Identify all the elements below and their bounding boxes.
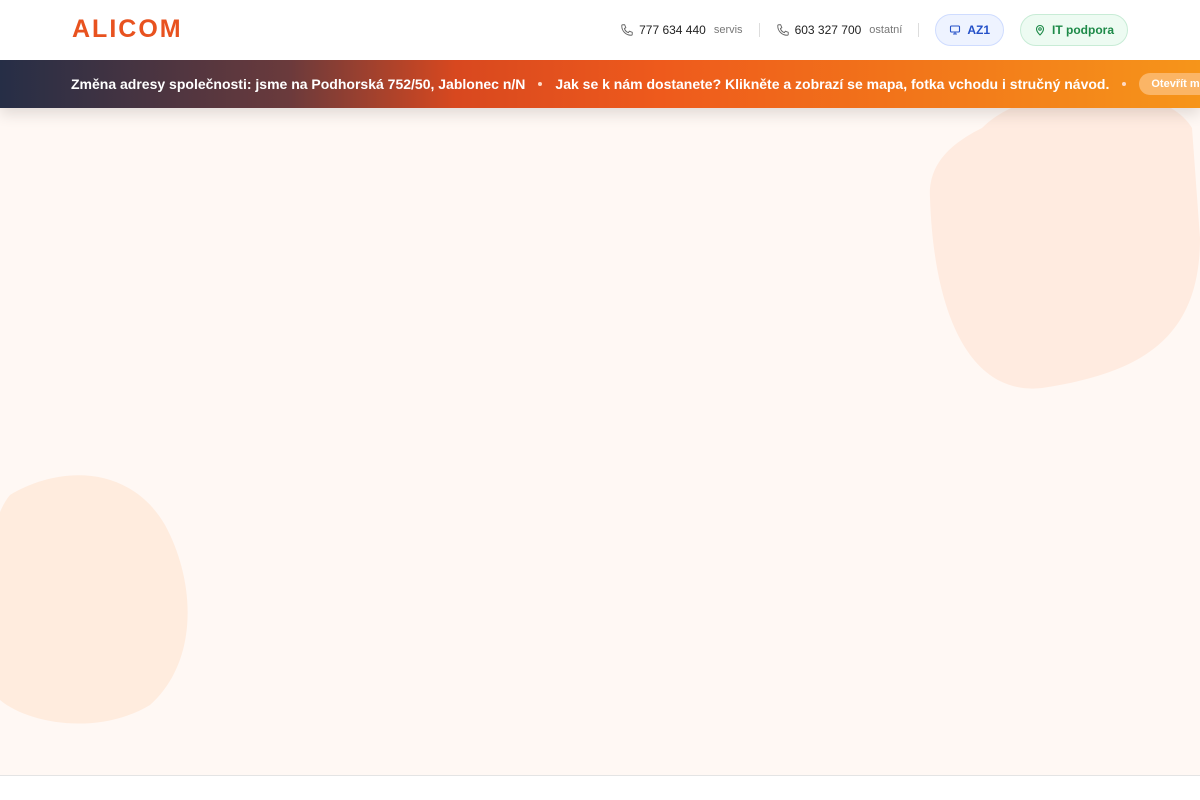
ticker-separator xyxy=(1122,82,1127,86)
footer xyxy=(0,776,1200,800)
site-header: ALICOM 777 634 440 servis 603 327 700 os… xyxy=(0,0,1200,60)
phone-service[interactable]: 777 634 440 servis xyxy=(620,23,743,37)
announcement-ticker: Změna adresy společnosti: jsme na Podhor… xyxy=(0,60,1200,108)
it-support-label: IT podpora xyxy=(1052,23,1114,37)
divider xyxy=(758,23,760,37)
it-support-button[interactable]: IT podpora xyxy=(1020,14,1128,46)
phone-note: ostatní xyxy=(869,24,903,36)
open-map-button[interactable]: Otevřít m xyxy=(1139,73,1200,95)
monitor-icon xyxy=(950,25,961,35)
phone-note: servis xyxy=(713,24,743,36)
ticker-track: Změna adresy společnosti: jsme na Podhor… xyxy=(71,60,1200,108)
az1-button[interactable]: AZ1 xyxy=(935,14,1004,46)
phone-icon xyxy=(621,24,633,36)
location-pin-icon xyxy=(1035,24,1045,36)
ticker-separator xyxy=(538,82,543,86)
phone-other[interactable]: 603 327 700 ostatní xyxy=(776,23,903,37)
contact-bar: 777 634 440 servis 603 327 700 ostatní A… xyxy=(620,14,1128,46)
ticker-item-address[interactable]: Změna adresy společnosti: jsme na Podhor… xyxy=(71,76,525,92)
divider xyxy=(918,23,920,37)
logo[interactable]: ALICOM xyxy=(72,15,183,44)
decorative-blob-top-right xyxy=(929,108,1200,389)
ticker-item-directions[interactable]: Jak se k nám dostanete? Klikněte a zobra… xyxy=(555,76,1109,92)
decorative-blob-bottom-left xyxy=(0,475,188,724)
phone-number: 777 634 440 xyxy=(639,23,706,37)
main-content xyxy=(0,108,1200,775)
phone-number: 603 327 700 xyxy=(794,23,862,37)
az1-label: AZ1 xyxy=(967,23,990,37)
phone-icon xyxy=(776,24,789,36)
